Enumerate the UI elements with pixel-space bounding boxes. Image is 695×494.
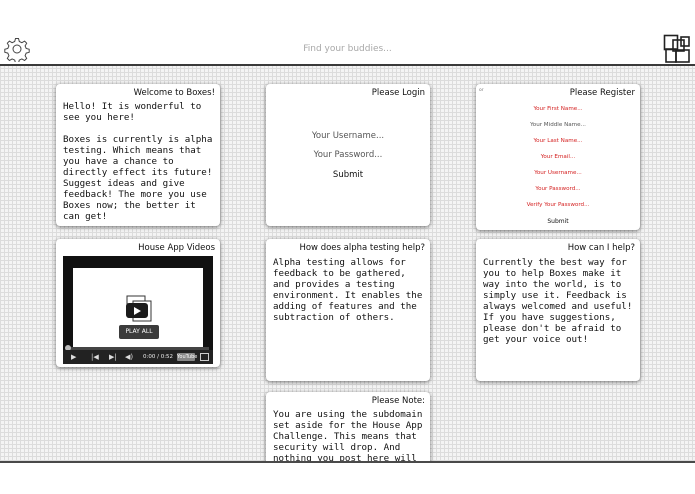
register-middle-name-input[interactable] [486,119,630,130]
register-title: Please Register [569,88,635,98]
welcome-box: Welcome to Boxes! Hello! It is wonderful… [56,84,220,226]
video-player[interactable]: PLAY ALL ▶ |◀ ▶| ◀) 0:00 / 0:52 YouTube [63,256,213,364]
register-box: or Please Register Submit [476,84,640,230]
gear-icon[interactable] [2,36,32,62]
help-box: How can I help? Currently the best way f… [476,239,640,381]
login-password-input[interactable] [276,148,420,162]
previous-icon[interactable]: |◀ [91,353,99,361]
login-submit-button[interactable]: Submit [308,168,388,182]
testing-box: How does alpha testing help? Alpha testi… [266,239,430,381]
note-box: Please Note: You are using the subdomain… [266,392,430,472]
login-title: Please Login [371,88,425,98]
top-bar [0,0,695,66]
register-or-label: or [479,88,484,93]
volume-icon[interactable]: ◀) [125,353,133,361]
youtube-logo-icon[interactable]: YouTube [177,353,197,361]
login-username-input[interactable] [276,129,420,143]
welcome-body: Hello! It is wonderful to see you here! … [63,101,214,226]
register-last-name-input[interactable] [486,135,630,146]
videos-box: House App Videos PLAY ALL ▶ |◀ ▶| ◀) 0:0… [56,239,220,367]
footer [0,463,695,494]
note-body: You are using the subdomain set aside fo… [273,409,423,464]
welcome-paragraph: Hello! It is wonderful to see you here! [63,101,202,123]
register-first-name-input[interactable] [486,103,630,114]
help-body: Currently the best way for you to help B… [483,257,633,345]
welcome-paragraph: Boxes is currently is alpha testing. Whi… [63,134,213,222]
testing-body: Alpha testing allows for feedback to be … [273,257,423,323]
video-controls: ▶ |◀ ▶| ◀) 0:00 / 0:52 YouTube [63,350,213,364]
next-icon[interactable]: ▶| [109,353,117,361]
play-all-button[interactable]: PLAY ALL [119,325,159,339]
note-title: Please Note: [371,396,425,406]
register-email-input[interactable] [486,151,630,162]
login-box: Please Login Submit [266,84,430,226]
play-control-icon[interactable]: ▶ [71,353,76,361]
videos-title: House App Videos [138,243,215,253]
testing-title: How does alpha testing help? [299,243,425,253]
register-verify-password-input[interactable] [486,199,630,210]
register-password-input[interactable] [486,183,630,194]
boxes-logo-icon[interactable] [663,34,691,64]
register-username-input[interactable] [486,167,630,178]
fullscreen-icon[interactable] [200,353,209,361]
search-input[interactable] [200,40,495,58]
play-icon[interactable] [126,303,148,318]
help-title: How can I help? [567,243,635,253]
register-submit-button[interactable]: Submit [528,216,588,227]
video-time: 0:00 / 0:52 [143,354,174,360]
welcome-title: Welcome to Boxes! [133,88,215,98]
